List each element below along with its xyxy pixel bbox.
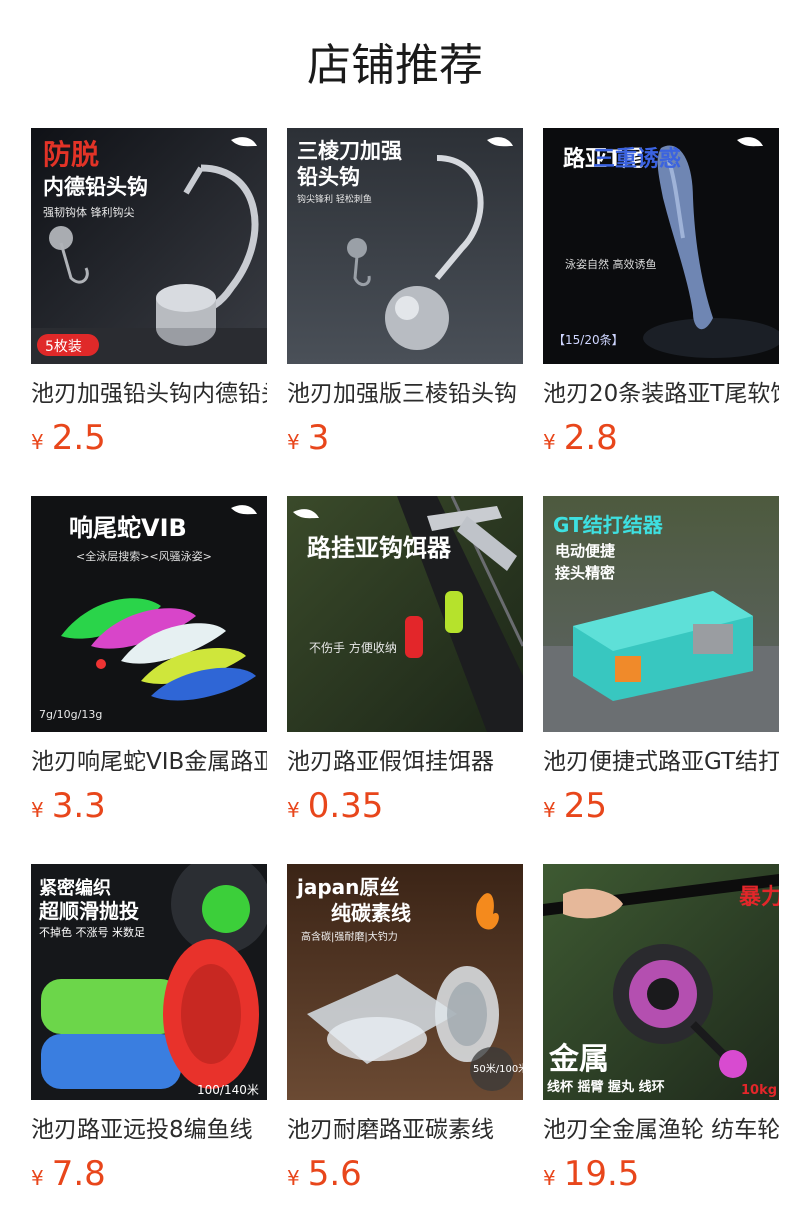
image-text: 不掉色 不涨号 米数足 bbox=[39, 925, 145, 939]
product-price: ¥5.6 bbox=[287, 1152, 362, 1196]
product-price: ¥2.5 bbox=[31, 416, 106, 460]
image-text: 电动便捷 bbox=[555, 542, 616, 560]
price-value: 19.5 bbox=[563, 1154, 640, 1194]
image-text: 强韧钩体 锋利钩尖 bbox=[43, 205, 135, 219]
product-name[interactable]: 池刃便捷式路亚GT结打结器 bbox=[543, 745, 779, 779]
drag-badge: 10kg bbox=[741, 1083, 777, 1098]
product-name[interactable]: 池刃加强铅头钩内德铅头钩 bbox=[31, 377, 267, 411]
currency-symbol: ¥ bbox=[287, 1166, 300, 1190]
image-text: GT结打结器 bbox=[553, 513, 664, 537]
product-image[interactable]: japan原丝 纯碳素线 高含碳|强耐磨|大钓力 50米/100米 bbox=[287, 864, 523, 1100]
product-name[interactable]: 池刃耐磨路亚碳素线 bbox=[287, 1113, 523, 1147]
price-value: 7.8 bbox=[51, 1154, 106, 1194]
product-image[interactable]: 响尾蛇VIB <全泳层搜索><风骚泳姿> 7g/10g/13g bbox=[31, 496, 267, 732]
product-price: ¥2.8 bbox=[543, 416, 618, 460]
image-text: 铅头钩 bbox=[297, 165, 360, 189]
image-text: 暴力远投 bbox=[738, 885, 779, 910]
image-text: 钩尖锋利 轻松刺鱼 bbox=[297, 193, 372, 205]
currency-symbol: ¥ bbox=[287, 430, 300, 454]
product-price: ¥0.35 bbox=[287, 784, 383, 828]
currency-symbol: ¥ bbox=[31, 1166, 44, 1190]
image-text: <全泳层搜索><风骚泳姿> bbox=[76, 549, 212, 563]
weight-badge: 7g/10g/13g bbox=[39, 708, 102, 721]
image-text: 路挂亚钩饵器 bbox=[307, 534, 452, 562]
product-price: ¥3.3 bbox=[31, 784, 106, 828]
product-name[interactable]: 池刃全金属渔轮 纺车轮 bbox=[543, 1113, 779, 1147]
image-text: 内德铅头钩 bbox=[43, 175, 148, 199]
price-value: 3 bbox=[307, 418, 330, 458]
currency-symbol: ¥ bbox=[543, 1166, 556, 1190]
image-text: 金属 bbox=[548, 1042, 609, 1077]
product-name[interactable]: 池刃加强版三棱铅头钩 bbox=[287, 377, 523, 411]
image-text: 三棱刀加强 bbox=[297, 139, 402, 163]
product-image[interactable]: 三棱刀加强 铅头钩 钩尖锋利 轻松刺鱼 bbox=[287, 128, 523, 364]
image-text: 三重诱惑 bbox=[593, 147, 681, 172]
product-price: ¥7.8 bbox=[31, 1152, 106, 1196]
product-image[interactable]: 防脱 内德铅头钩 强韧钩体 锋利钩尖 5枚装 bbox=[31, 128, 267, 364]
image-text: 纯碳素线 bbox=[331, 901, 411, 925]
price-value: 0.35 bbox=[307, 786, 384, 826]
image-text: 不伤手 方便收纳 bbox=[309, 640, 397, 655]
product-image[interactable]: GT结打结器 电动便捷 接头精密 bbox=[543, 496, 779, 732]
quantity-badge: 5枚装 bbox=[45, 339, 82, 355]
currency-symbol: ¥ bbox=[543, 798, 556, 822]
length-badge: 100/140米 bbox=[197, 1083, 259, 1097]
product-image[interactable]: 路挂亚钩饵器 不伤手 方便收纳 bbox=[287, 496, 523, 732]
image-text: 超顺滑抛投 bbox=[38, 899, 139, 923]
product-name[interactable]: 池刃路亚假饵挂饵器 bbox=[287, 745, 523, 779]
image-text: 响尾蛇VIB bbox=[69, 514, 187, 542]
price-value: 2.8 bbox=[563, 418, 618, 458]
image-text: 高含碳|强耐磨|大钓力 bbox=[301, 930, 398, 943]
product-name[interactable]: 池刃20条装路亚T尾软饵 bbox=[543, 377, 779, 411]
price-value: 2.5 bbox=[51, 418, 106, 458]
product-price: ¥25 bbox=[543, 784, 607, 828]
product-name[interactable]: 池刃路亚远投8编鱼线 bbox=[31, 1113, 267, 1147]
product-image[interactable]: 路亚T尾 三重诱惑 泳姿自然 高效诱鱼 【15/20条】 bbox=[543, 128, 779, 364]
currency-symbol: ¥ bbox=[31, 798, 44, 822]
price-value: 5.6 bbox=[307, 1154, 362, 1194]
image-text: 接头精密 bbox=[555, 564, 615, 582]
currency-symbol: ¥ bbox=[287, 798, 300, 822]
price-value: 25 bbox=[563, 786, 607, 826]
currency-symbol: ¥ bbox=[543, 430, 556, 454]
product-name[interactable]: 池刃响尾蛇VIB金属路亚饵 bbox=[31, 745, 267, 779]
quantity-badge: 【15/20条】 bbox=[553, 333, 624, 347]
image-text: 紧密编织 bbox=[39, 877, 111, 899]
product-price: ¥3 bbox=[287, 416, 329, 460]
image-text: 泳姿自然 高效诱鱼 bbox=[565, 257, 657, 271]
image-text: japan原丝 bbox=[296, 875, 399, 899]
currency-symbol: ¥ bbox=[31, 430, 44, 454]
image-text: 防脱 bbox=[43, 138, 99, 171]
product-image[interactable]: 暴力远投 金属 线杯 摇臂 握丸 线环 10kg bbox=[543, 864, 779, 1100]
length-badge: 50米/100米 bbox=[473, 1062, 523, 1075]
product-price: ¥19.5 bbox=[543, 1152, 639, 1196]
image-text: 线杯 摇臂 握丸 线环 bbox=[547, 1079, 665, 1095]
page-title: 店铺推荐 bbox=[307, 40, 483, 91]
price-value: 3.3 bbox=[51, 786, 106, 826]
product-image[interactable]: 紧密编织 超顺滑抛投 不掉色 不涨号 米数足 100/140米 bbox=[31, 864, 267, 1100]
